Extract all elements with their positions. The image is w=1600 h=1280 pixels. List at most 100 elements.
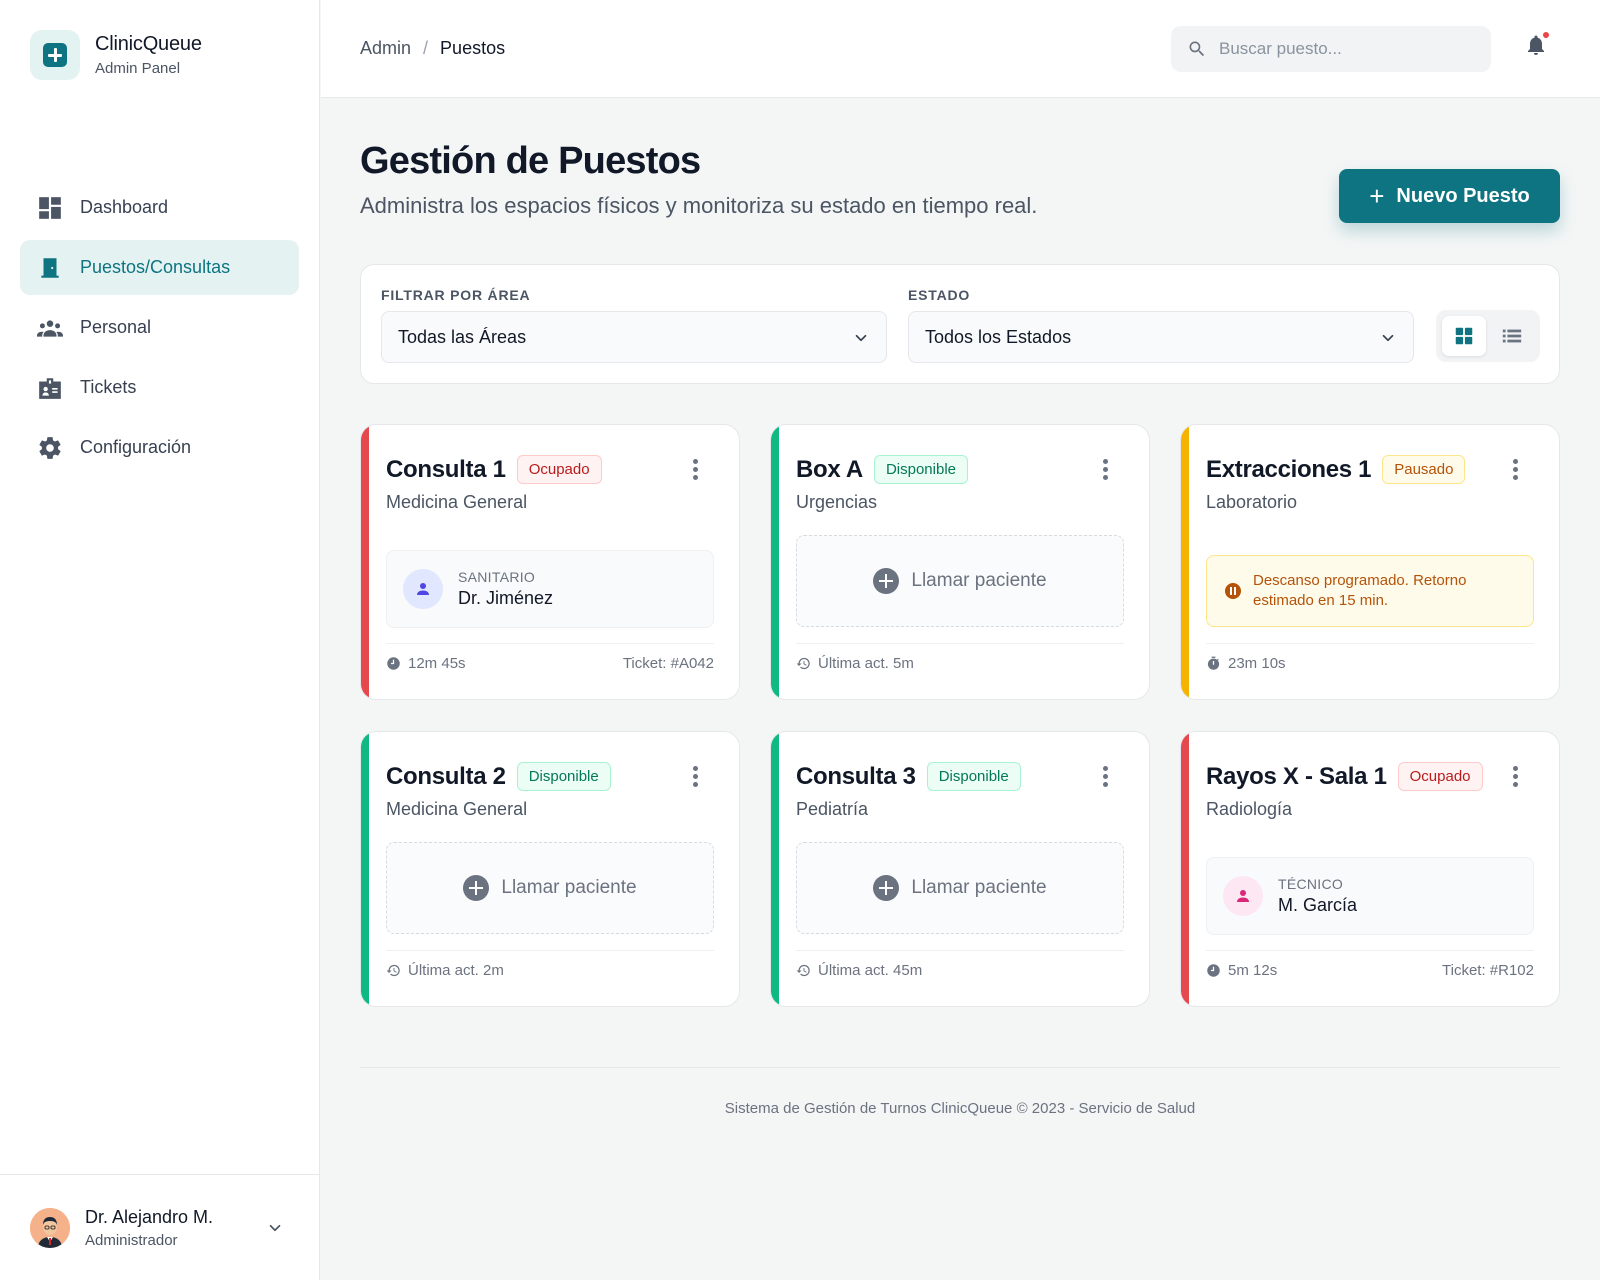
call-patient-button[interactable]: Llamar paciente [796,535,1124,627]
status-stripe [1181,732,1189,1006]
call-patient-button[interactable]: Llamar paciente [796,842,1124,934]
clock-icon [1207,964,1220,977]
puesto-card[interactable]: Extracciones 1 Pausado Laboratorio Desca… [1180,424,1560,700]
puesto-area: Radiología [1206,799,1293,819]
status-badge: Pausado [1382,455,1466,484]
puesto-card[interactable]: Box A Disponible Urgencias Llamar pacien… [770,424,1150,700]
badge-icon [36,374,64,402]
status-stripe [361,425,369,699]
people-icon [36,314,64,342]
brand-name: ClinicQueue [95,33,202,55]
list-view-button[interactable] [1490,316,1534,356]
clinic-plus-icon [30,30,80,80]
sidebar-item-configuracion[interactable]: Configuración [20,420,299,475]
footer-text: Sistema de Gestión de Turnos ClinicQueue… [724,1100,1196,1117]
search-box[interactable] [1171,26,1491,72]
door-icon [36,254,64,282]
status-badge: Disponible [516,762,611,791]
sidebar-nav: Dashboard Puestos/Consultas Personal Tic… [20,180,299,480]
sidebar: ClinicQueue Admin Panel Dashboard Puesto… [0,0,320,1280]
sidebar-item-label: Dashboard [80,197,169,217]
history-icon [796,657,810,670]
sidebar-item-label: Personal [80,317,152,337]
staff-name: M. García [1278,895,1358,915]
status-badge: Ocupado [516,455,602,484]
elapsed-time: 23m 10s [1228,655,1286,672]
puesto-area: Medicina General [386,492,528,512]
add-circle-icon [873,875,900,901]
status-badge: Disponible [873,455,968,484]
gear-icon [36,434,64,462]
brand-subtitle: Admin Panel [95,60,181,77]
status-select[interactable]: Todos los Estados [908,311,1414,363]
user-icon [1223,876,1263,916]
search-input[interactable] [1219,39,1479,59]
card-footer: 5m 12s Ticket: #R102 [1206,950,1534,990]
avatar [30,1207,70,1248]
user-icon [403,569,443,609]
puesto-area: Medicina General [386,799,528,819]
new-puesto-button[interactable]: + Nuevo Puesto [1339,169,1560,223]
status-stripe [771,732,779,1006]
puesto-name: Box A [796,455,863,483]
user-menu[interactable]: Dr. Alejandro M. Administrador [0,1174,320,1280]
card-footer: Última act. 45m [796,950,1124,990]
card-footer: Última act. 5m [796,643,1124,683]
puesto-area: Urgencias [796,492,878,512]
sidebar-item-label: Tickets [80,377,137,397]
status-stripe [361,732,369,1006]
breadcrumb-puestos: Puestos [440,38,506,58]
last-update: Última act. 2m [408,962,504,979]
history-icon [796,964,810,977]
search-icon [1189,41,1205,57]
puesto-card[interactable]: Consulta 3 Disponible Pediatría Llamar p… [770,731,1150,1007]
status-filter: ESTADO Todos los Estados [908,287,1414,363]
assigned-staff: TÉCNICO M. García [1206,857,1534,935]
more-options-icon[interactable] [1513,459,1519,481]
puesto-name: Rayos X - Sala 1 [1206,762,1387,790]
user-role: Administrador [85,1231,178,1249]
chevron-down-icon [1382,334,1394,342]
sidebar-item-personal[interactable]: Personal [20,300,299,355]
sidebar-item-puestos[interactable]: Puestos/Consultas [20,240,299,295]
top-header: Admin / Puestos [321,0,1600,98]
puesto-card[interactable]: Consulta 1 Ocupado Medicina General SANI… [360,424,740,700]
view-toggle [1436,310,1540,362]
sidebar-item-dashboard[interactable]: Dashboard [20,180,299,235]
filters-panel: FILTRAR POR ÁREA Todas las Áreas ESTADO … [360,264,1560,384]
sidebar-item-label: Puestos/Consultas [80,257,231,277]
card-footer: 12m 45s Ticket: #A042 [386,643,714,683]
pause-icon [1225,583,1241,599]
call-patient-button[interactable]: Llamar paciente [386,842,714,934]
elapsed-time: 5m 12s [1228,962,1278,979]
clock-icon [387,657,400,670]
status-badge: Ocupado [1397,762,1483,791]
plus-icon: + [1369,181,1385,211]
more-options-icon[interactable] [693,766,699,788]
puesto-name: Consulta 1 [386,455,506,483]
more-options-icon[interactable] [1103,459,1109,481]
puesto-card[interactable]: Rayos X - Sala 1 Ocupado Radiología TÉCN… [1180,731,1560,1007]
more-options-icon[interactable] [1513,766,1519,788]
add-circle-icon [873,568,900,594]
grid-view-button[interactable] [1442,316,1486,356]
add-circle-icon [463,875,490,901]
card-footer: Última act. 2m [386,950,714,990]
area-filter: FILTRAR POR ÁREA Todas las Áreas [381,287,887,363]
more-options-icon[interactable] [1103,766,1109,788]
sidebar-item-tickets[interactable]: Tickets [20,360,299,415]
chevron-down-icon[interactable] [266,1219,284,1237]
more-options-icon[interactable] [693,459,699,481]
brand[interactable]: ClinicQueue Admin Panel [30,30,202,80]
assigned-staff: SANITARIO Dr. Jiménez [386,550,714,628]
area-filter-label: FILTRAR POR ÁREA [381,287,531,303]
puesto-name: Consulta 2 [386,762,506,790]
area-select[interactable]: Todas las Áreas [381,311,887,363]
last-update: Última act. 5m [818,655,914,672]
card-footer: 23m 10s [1206,643,1534,683]
user-name: Dr. Alejandro M. [85,1206,214,1227]
puesto-card[interactable]: Consulta 2 Disponible Medicina General L… [360,731,740,1007]
breadcrumb-admin[interactable]: Admin [360,38,411,59]
puesto-name: Consulta 3 [796,762,916,790]
notifications-button[interactable] [1524,32,1550,58]
